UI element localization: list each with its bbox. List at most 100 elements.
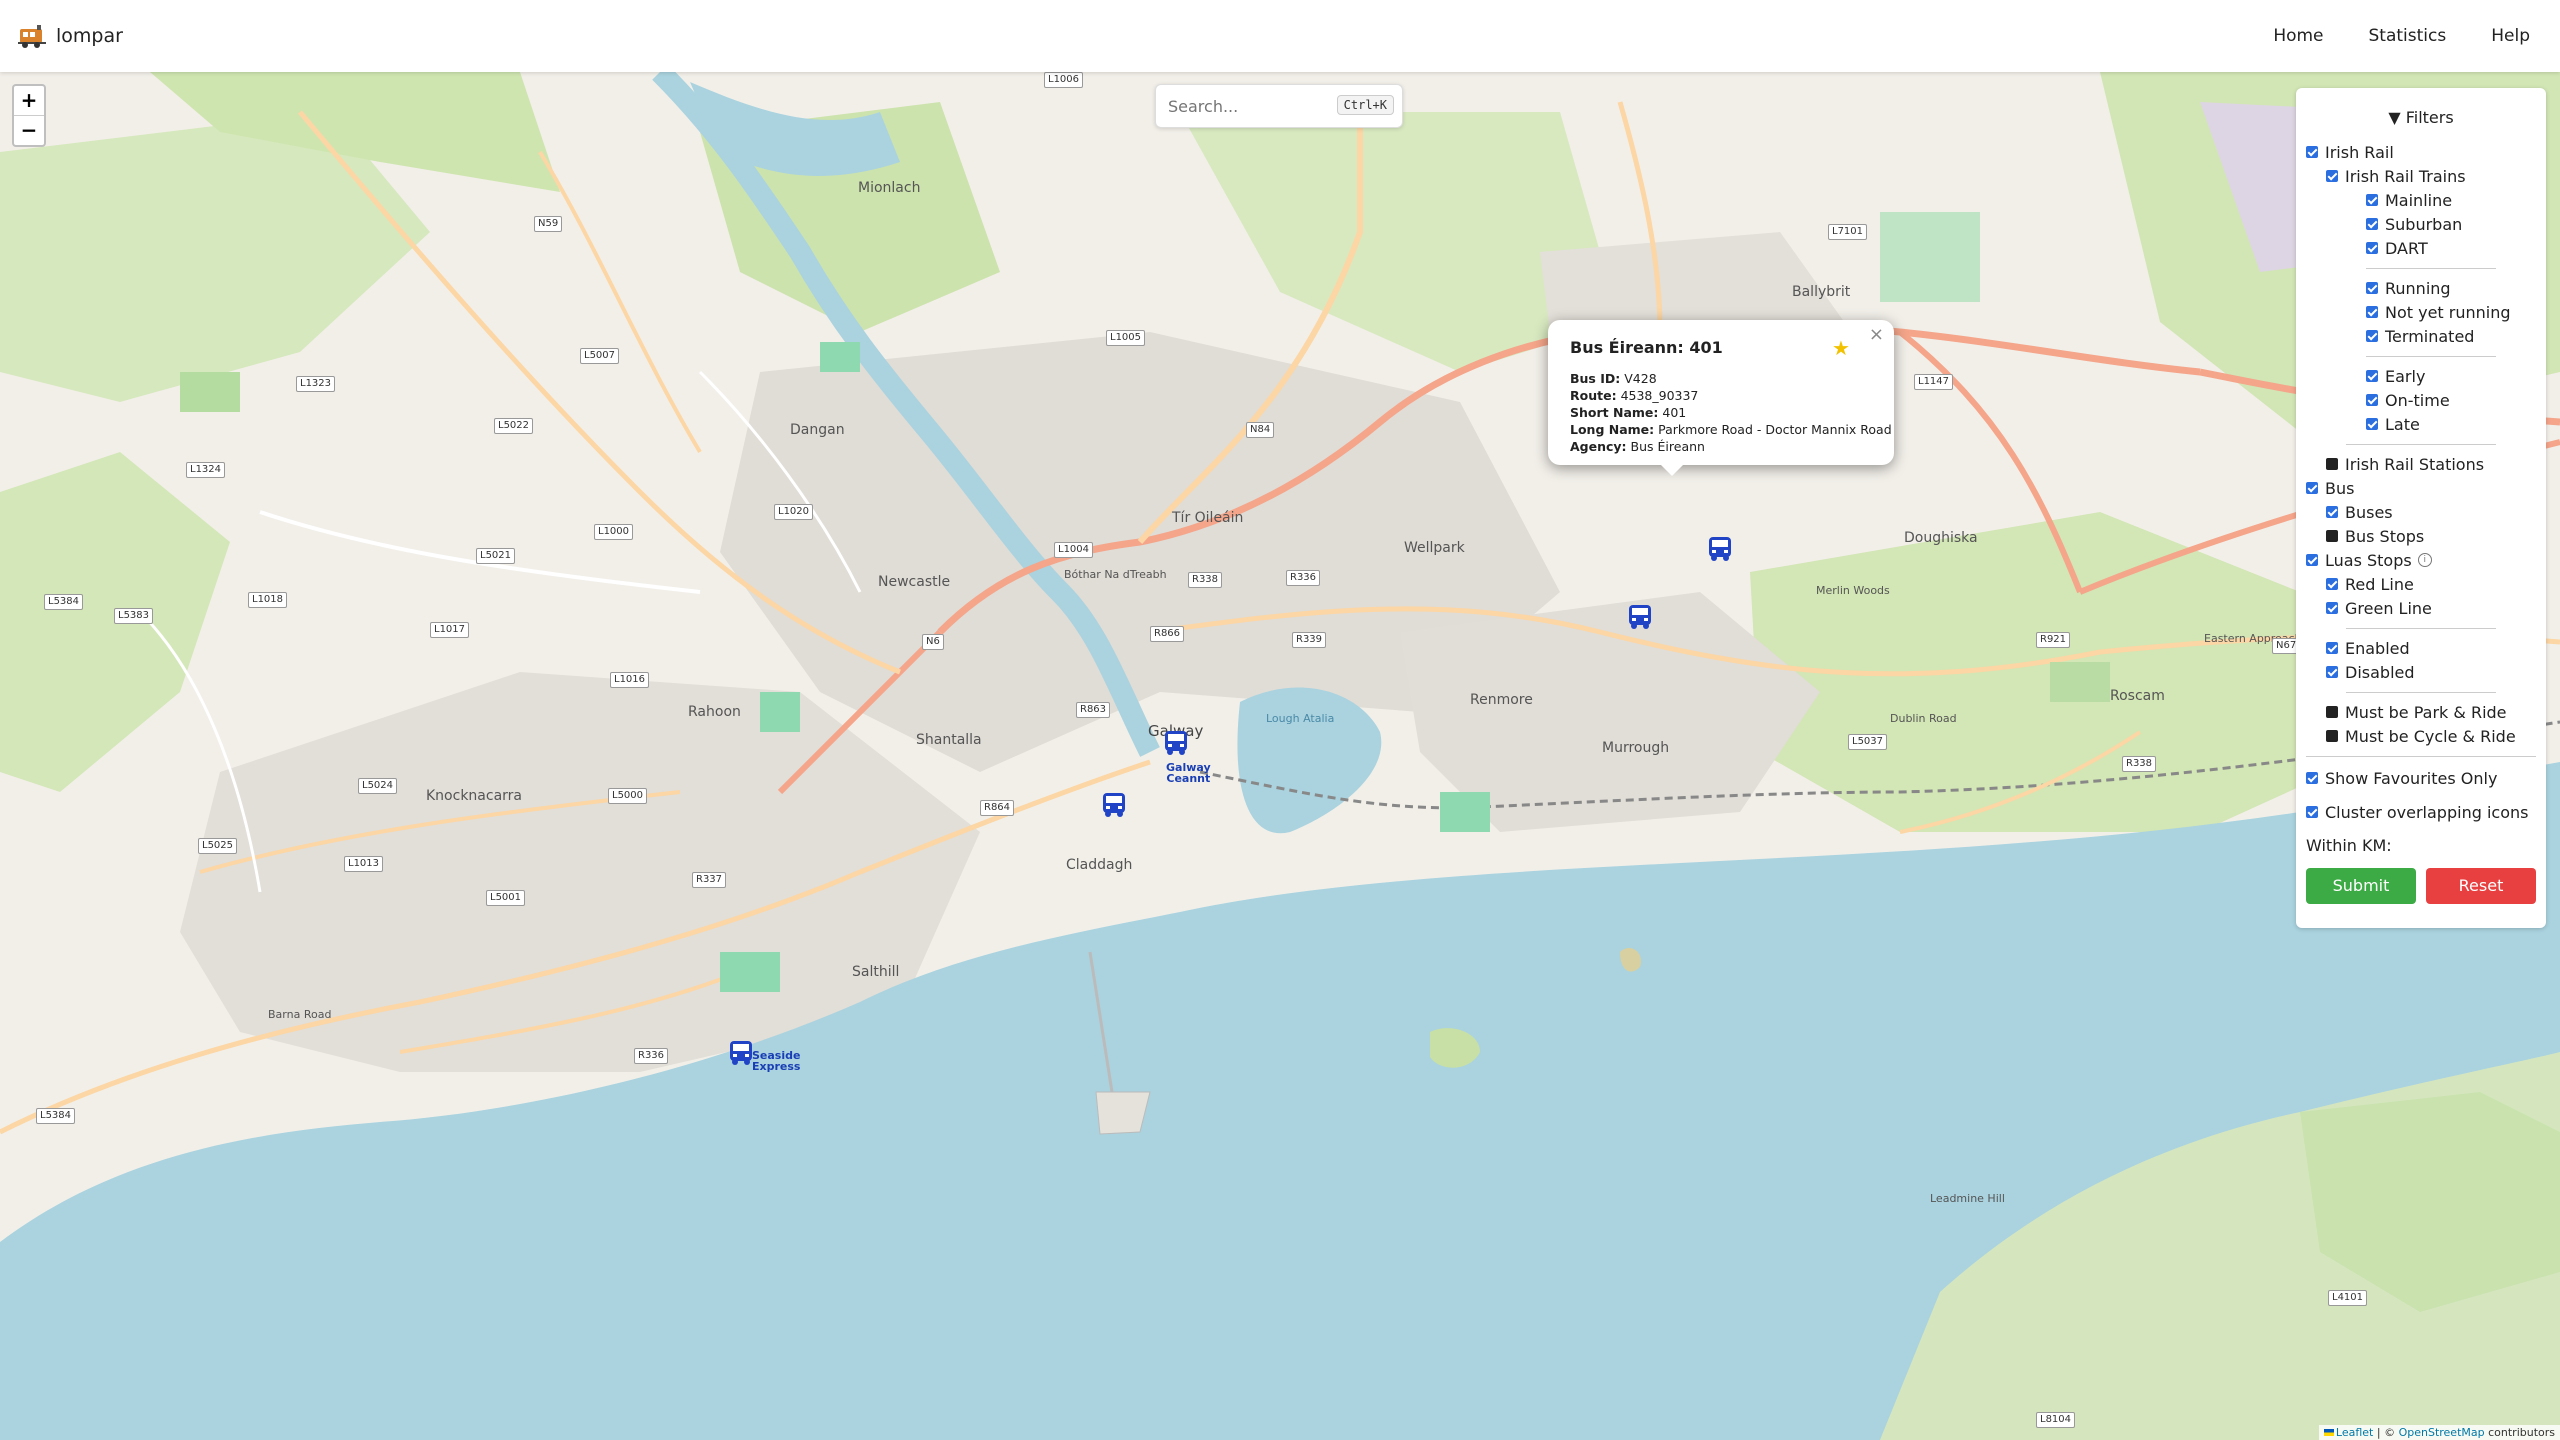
search-input[interactable] <box>1166 94 1320 118</box>
popup-title: Bus Éireann: 401 <box>1570 338 1723 357</box>
checkbox-checked[interactable] <box>2366 242 2378 254</box>
separator <box>2366 268 2496 269</box>
road-shield: R864 <box>980 800 1015 816</box>
filter-late[interactable]: Late <box>2366 414 2420 434</box>
bus-marker[interactable] <box>1161 728 1191 758</box>
map-view[interactable]: Galway Dangan Newcastle Shantalla Rahoon… <box>0 72 2560 1440</box>
checkbox-checked[interactable] <box>2306 146 2318 158</box>
filter-early[interactable]: Early <box>2366 366 2425 386</box>
filter-not-yet-running[interactable]: Not yet running <box>2366 302 2511 322</box>
filter-label: Suburban <box>2385 214 2463 234</box>
filter-label: Not yet running <box>2385 302 2511 322</box>
filter-irish-rail-stations[interactable]: Irish Rail Stations <box>2326 454 2484 474</box>
filter-bus-stops[interactable]: Bus Stops <box>2326 526 2424 546</box>
filter-park-ride[interactable]: Must be Park & Ride <box>2326 702 2507 722</box>
checkbox-checked[interactable] <box>2366 194 2378 206</box>
checkbox-checked[interactable] <box>2366 330 2378 342</box>
filter-irish-rail[interactable]: Irish Rail <box>2306 142 2394 162</box>
filter-bus[interactable]: Bus <box>2306 478 2354 498</box>
long-name-value: Parkmore Road - Doctor Mannix Road <box>1658 422 1892 437</box>
osm-link[interactable]: OpenStreetMap <box>2399 1426 2485 1439</box>
nav-help[interactable]: Help <box>2491 26 2530 46</box>
filter-label: Early <box>2385 366 2426 386</box>
road-shield: R336 <box>1286 570 1321 586</box>
submit-button[interactable]: Submit <box>2306 868 2416 904</box>
nav-statistics[interactable]: Statistics <box>2369 26 2447 46</box>
reset-button[interactable]: Reset <box>2426 868 2536 904</box>
road-shield: L5037 <box>1848 734 1888 750</box>
label-lough-atalia: Lough Atalia <box>1266 712 1335 725</box>
info-icon[interactable]: i <box>2417 553 2432 567</box>
filters-toggle[interactable]: ▼ Filters <box>2296 108 2546 127</box>
zoom-out-button[interactable]: − <box>14 116 44 145</box>
filter-label: Cluster overlapping icons <box>2325 802 2529 822</box>
checkbox-checked[interactable] <box>2306 806 2318 818</box>
checkbox-checked[interactable] <box>2326 578 2338 590</box>
filter-running[interactable]: Running <box>2366 278 2451 298</box>
checkbox-unchecked[interactable] <box>2326 530 2338 542</box>
filter-on-time[interactable]: On-time <box>2366 390 2450 410</box>
checkbox-checked[interactable] <box>2366 394 2378 406</box>
road-shield: N84 <box>1246 422 1275 438</box>
bus-marker[interactable] <box>1625 602 1655 632</box>
filter-label: DART <box>2385 238 2428 258</box>
filter-irish-rail-trains[interactable]: Irish Rail Trains <box>2326 166 2466 186</box>
map-tiles <box>0 72 2560 1440</box>
checkbox-checked[interactable] <box>2326 642 2338 654</box>
checkbox-checked[interactable] <box>2366 306 2378 318</box>
road-shield: L1324 <box>186 462 226 478</box>
filter-suburban[interactable]: Suburban <box>2366 214 2462 234</box>
checkbox-checked[interactable] <box>2326 602 2338 614</box>
checkbox-unchecked[interactable] <box>2326 706 2338 718</box>
filter-dart[interactable]: DART <box>2366 238 2428 258</box>
filter-show-favourites[interactable]: Show Favourites Only <box>2306 768 2497 788</box>
separator <box>2346 692 2496 693</box>
label-roscam: Roscam <box>2110 688 2165 704</box>
checkbox-checked[interactable] <box>2366 418 2378 430</box>
favourite-star-icon[interactable]: ★ <box>1832 336 1850 360</box>
filter-terminated[interactable]: Terminated <box>2366 326 2474 346</box>
checkbox-checked[interactable] <box>2366 370 2378 382</box>
road-shield: L1323 <box>296 376 336 392</box>
road-shield: R339 <box>1292 632 1327 648</box>
filter-enabled[interactable]: Enabled <box>2326 638 2410 658</box>
label-newcastle: Newcastle <box>878 574 951 590</box>
bus-icon <box>1165 731 1187 755</box>
filter-label: Bus <box>2325 478 2355 498</box>
filter-red-line[interactable]: Red Line <box>2326 574 2414 594</box>
checkbox-unchecked[interactable] <box>2326 458 2338 470</box>
nav-links: Home Statistics Help <box>2228 0 2530 72</box>
label-merlin-woods: Merlin Woods <box>1816 584 1890 597</box>
bus-marker-selected[interactable] <box>1705 534 1735 564</box>
bus-icon <box>1709 537 1731 561</box>
leaflet-flag-icon <box>2323 1429 2334 1436</box>
route-value: 4538_90337 <box>1620 388 1699 403</box>
filter-disabled[interactable]: Disabled <box>2326 662 2415 682</box>
bus-marker[interactable] <box>726 1038 756 1068</box>
popup-close-button[interactable]: × <box>1869 324 1884 345</box>
road-shield: L1004 <box>1054 542 1094 558</box>
checkbox-checked[interactable] <box>2306 772 2318 784</box>
filter-mainline[interactable]: Mainline <box>2366 190 2452 210</box>
checkbox-checked[interactable] <box>2366 282 2378 294</box>
checkbox-checked[interactable] <box>2326 170 2338 182</box>
bus-marker[interactable] <box>1099 790 1129 820</box>
filter-green-line[interactable]: Green Line <box>2326 598 2432 618</box>
checkbox-unchecked[interactable] <box>2326 730 2338 742</box>
filter-luas-stops[interactable]: Luas Stops i <box>2306 550 2432 570</box>
checkbox-checked[interactable] <box>2326 506 2338 518</box>
leaflet-link[interactable]: Leaflet <box>2336 1426 2373 1439</box>
road-shield: R338 <box>1188 572 1223 588</box>
zoom-in-button[interactable]: + <box>14 86 44 116</box>
filter-cycle-ride[interactable]: Must be Cycle & Ride <box>2326 726 2516 746</box>
filter-buses[interactable]: Buses <box>2326 502 2393 522</box>
filter-cluster[interactable]: Cluster overlapping icons <box>2306 802 2528 822</box>
label-dublin-road: Dublin Road <box>1890 712 1957 725</box>
checkbox-checked[interactable] <box>2306 554 2318 566</box>
nav-home[interactable]: Home <box>2273 26 2323 46</box>
checkbox-checked[interactable] <box>2306 482 2318 494</box>
separator <box>2346 628 2496 629</box>
checkbox-checked[interactable] <box>2326 666 2338 678</box>
brand[interactable]: lompar <box>18 20 123 52</box>
checkbox-checked[interactable] <box>2366 218 2378 230</box>
